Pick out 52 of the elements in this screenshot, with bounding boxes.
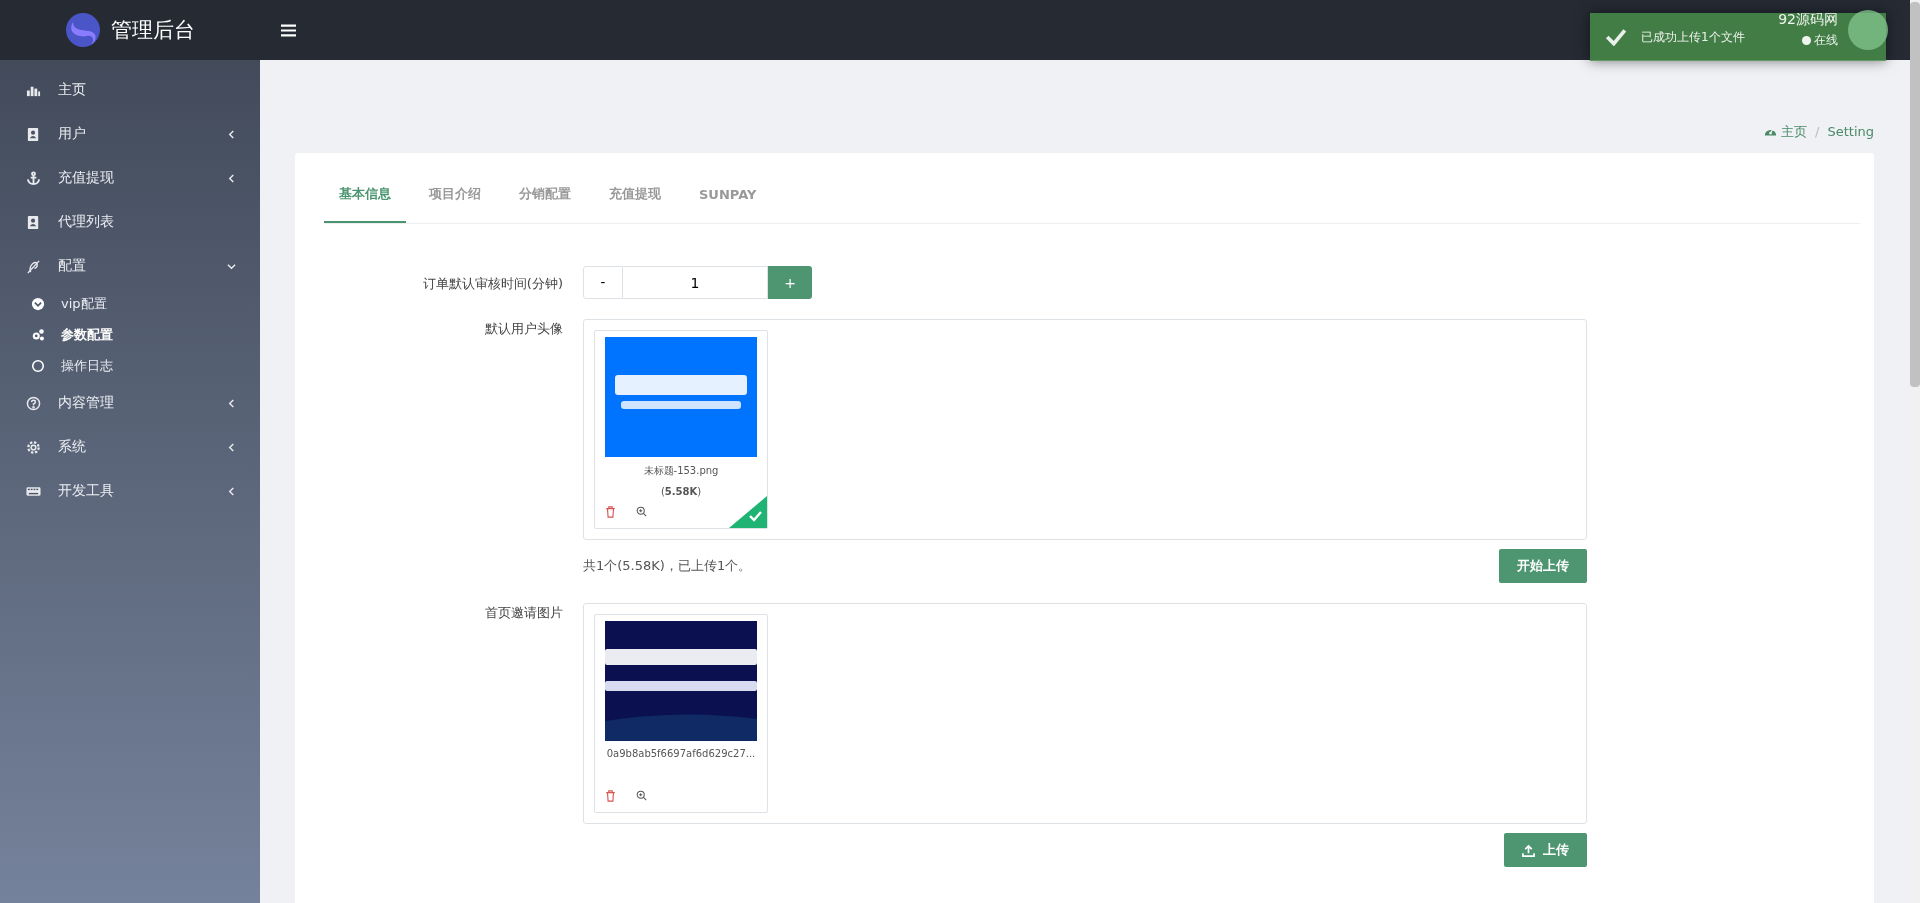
- field-label: 默认用户头像: [484, 320, 563, 338]
- user-name: 92源码网: [1778, 11, 1838, 29]
- menu-icon: [26, 170, 41, 186]
- tab[interactable]: 基本信息: [324, 167, 406, 223]
- menu-item[interactable]: 代理列表: [0, 200, 260, 244]
- user-status: 在线: [1802, 32, 1838, 49]
- file-name: 未标题-153.png: [643, 464, 719, 478]
- file-size: (5.58K): [660, 486, 702, 497]
- menu-icon[interactable]: [281, 23, 296, 37]
- menu-item[interactable]: 开发工具: [0, 469, 260, 513]
- check-icon: [1605, 28, 1627, 46]
- avatar[interactable]: [1848, 10, 1888, 50]
- scrollbar[interactable]: [1910, 0, 1920, 903]
- menu-item[interactable]: 系统: [0, 425, 260, 469]
- menu-icon: [26, 126, 41, 142]
- decrement-button[interactable]: -: [583, 266, 623, 299]
- menu-item[interactable]: 配置: [0, 244, 260, 288]
- upload-icon: [1522, 843, 1535, 857]
- menu-item[interactable]: 充值提现: [0, 156, 260, 200]
- menu-item[interactable]: 用户: [0, 112, 260, 156]
- file-name: 0a9b8ab5f6697af6d629c27...: [606, 748, 756, 759]
- breadcrumb-link[interactable]: 主页: [1764, 122, 1808, 141]
- breadcrumb-link[interactable]: Setting: [1827, 124, 1874, 139]
- zoom-in-icon[interactable]: [636, 506, 647, 517]
- menu-item[interactable]: 主页: [0, 68, 260, 112]
- delete-icon[interactable]: [605, 506, 616, 518]
- submenu-icon: [31, 327, 45, 342]
- submenu-item[interactable]: 参数配置: [0, 319, 260, 350]
- submenu-item[interactable]: 操作日志: [0, 350, 260, 381]
- field-label: 订单默认审核时间(分钟): [421, 275, 563, 293]
- upload-summary: 共1个(5.58K)，已上传1个。: [583, 557, 752, 575]
- delete-icon[interactable]: [605, 790, 616, 802]
- number-field[interactable]: 1: [623, 266, 768, 299]
- increment-button[interactable]: +: [768, 266, 812, 299]
- menu-icon: [26, 258, 41, 274]
- menu-icon: [26, 214, 41, 230]
- logo-icon: [65, 12, 101, 48]
- menu-icon: [26, 395, 41, 411]
- brand-title: 管理后台: [111, 17, 195, 44]
- upload-area[interactable]: 未标题-153.png (5.58K): [583, 319, 1587, 540]
- field-label: 首页邀请图片: [484, 604, 563, 622]
- submenu-icon: [31, 358, 45, 373]
- upload-area[interactable]: 0a9b8ab5f6697af6d629c27...: [583, 603, 1587, 824]
- upload-button[interactable]: 开始上传: [1499, 549, 1587, 583]
- menu-icon: [26, 439, 41, 455]
- breadcrumb-separator: /: [1815, 124, 1820, 139]
- menu-item[interactable]: 内容管理: [0, 381, 260, 425]
- tab[interactable]: 分销配置: [504, 167, 586, 223]
- upload-button[interactable]: 上传: [1504, 833, 1587, 867]
- submenu-icon: [31, 296, 45, 311]
- zoom-in-icon[interactable]: [636, 790, 647, 801]
- submenu-item[interactable]: vip配置: [0, 288, 260, 319]
